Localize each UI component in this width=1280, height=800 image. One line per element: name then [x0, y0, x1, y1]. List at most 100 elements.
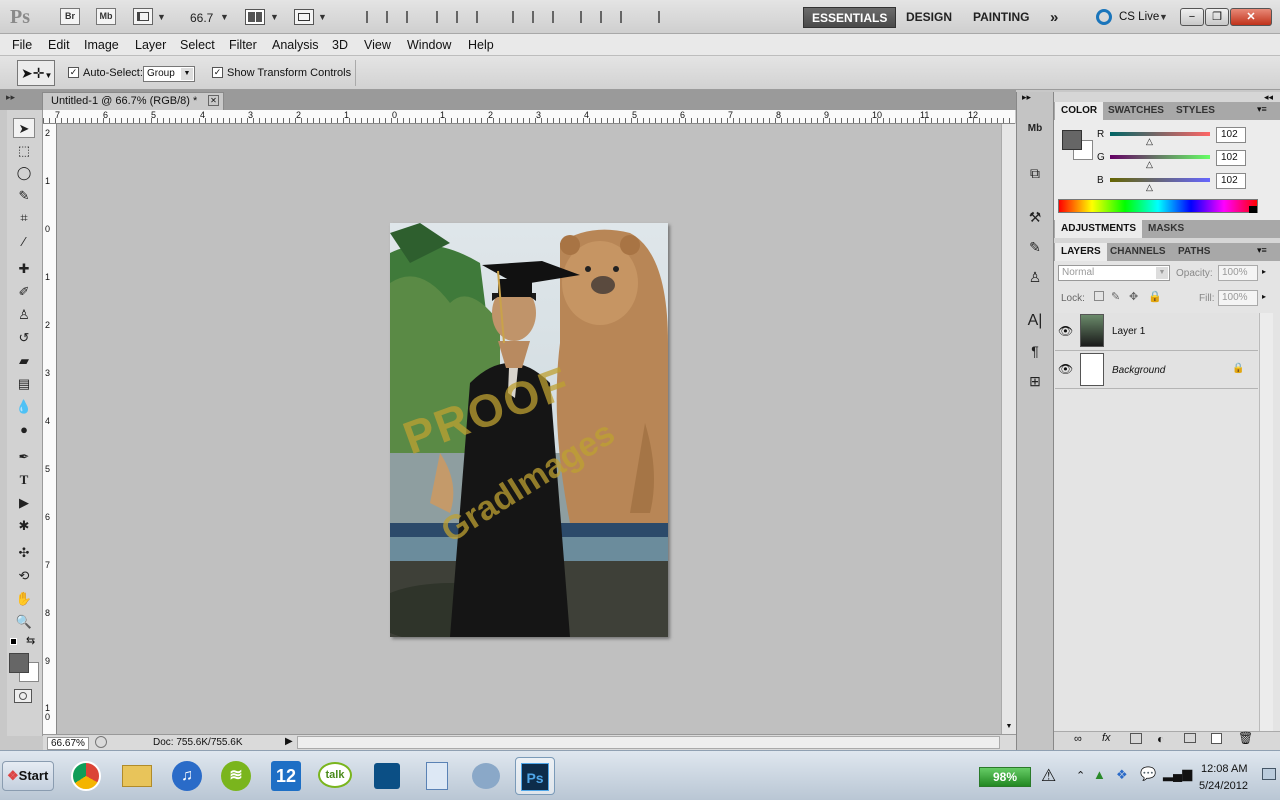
- distribute-bottom-icon[interactable]: [552, 11, 566, 23]
- chevron-down-icon[interactable]: ▼: [220, 12, 229, 22]
- menu-help[interactable]: Help: [468, 38, 494, 52]
- adjustment-layer-icon[interactable]: ◐: [1157, 732, 1164, 746]
- blue-value-field[interactable]: 102: [1216, 173, 1246, 189]
- dodge-tool-icon[interactable]: ●: [13, 420, 35, 440]
- menu-layer[interactable]: Layer: [135, 38, 166, 52]
- gradient-tool-icon[interactable]: ▤: [13, 374, 35, 394]
- opacity-field[interactable]: 100%: [1218, 265, 1258, 281]
- brush-tool-icon[interactable]: ✐: [13, 282, 35, 302]
- align-left-icon[interactable]: [436, 11, 450, 23]
- align-right-icon[interactable]: [476, 11, 490, 23]
- red-value-field[interactable]: 102: [1216, 127, 1246, 143]
- align-bottom-icon[interactable]: [406, 11, 420, 23]
- arrange-documents-button[interactable]: [245, 9, 265, 25]
- lasso-tool-icon[interactable]: ◯: [13, 163, 35, 183]
- menu-image[interactable]: Image: [84, 38, 119, 52]
- clock-time[interactable]: 12:08 AM: [1201, 763, 1247, 775]
- tab-styles[interactable]: STYLES: [1170, 102, 1221, 120]
- path-selection-tool-icon[interactable]: ▶: [13, 493, 35, 513]
- menu-edit[interactable]: Edit: [48, 38, 70, 52]
- quick-selection-tool-icon[interactable]: ✎: [13, 186, 35, 206]
- fill-field[interactable]: 100%: [1218, 290, 1258, 306]
- mini-bridge-button[interactable]: Mb: [96, 8, 116, 25]
- hand-tool-icon[interactable]: ✋: [13, 589, 35, 609]
- warning-icon[interactable]: ⚠: [1041, 766, 1056, 786]
- start-button[interactable]: ❖Start: [2, 761, 54, 791]
- menu-analysis[interactable]: Analysis: [272, 38, 319, 52]
- lock-position-icon[interactable]: ✥: [1129, 290, 1138, 303]
- lock-pixels-icon[interactable]: ✎: [1111, 290, 1120, 303]
- eye-icon[interactable]: 👁: [1058, 324, 1073, 338]
- layers-scrollbar[interactable]: [1259, 313, 1273, 731]
- eye-icon[interactable]: 👁: [1058, 362, 1073, 376]
- quick-mask-icon[interactable]: [14, 689, 32, 703]
- tab-adjustments[interactable]: ADJUSTMENTS: [1055, 220, 1143, 238]
- workspace-design-button[interactable]: DESIGN: [898, 7, 960, 28]
- chevron-down-icon[interactable]: ▼: [1159, 12, 1168, 22]
- align-vertical-center-icon[interactable]: [386, 11, 400, 23]
- chrome-icon[interactable]: [66, 757, 106, 795]
- chevron-down-icon[interactable]: ▼: [318, 12, 327, 22]
- tab-masks[interactable]: MASKS: [1142, 220, 1190, 238]
- link-layers-icon[interactable]: ∞: [1074, 733, 1082, 745]
- fill-slider-arrow-icon[interactable]: ▸: [1262, 292, 1266, 301]
- cs-live-icon[interactable]: [1096, 9, 1112, 25]
- menu-file[interactable]: File: [12, 38, 32, 52]
- zoom-level[interactable]: 66.7: [190, 11, 213, 25]
- minimize-button[interactable]: −: [1180, 8, 1204, 26]
- color-spectrum-ramp[interactable]: [1058, 199, 1258, 213]
- menu-select[interactable]: Select: [180, 38, 215, 52]
- auto-select-checkbox[interactable]: ✓: [68, 67, 79, 78]
- move-tool-preset-picker[interactable]: ➤✛▼: [17, 60, 55, 86]
- marquee-tool-icon[interactable]: ⬚: [13, 141, 35, 161]
- menu-filter[interactable]: Filter: [229, 38, 257, 52]
- cs-live-button[interactable]: CS Live: [1119, 11, 1159, 23]
- file-explorer-icon[interactable]: [117, 757, 157, 795]
- distribute-top-icon[interactable]: [512, 11, 526, 23]
- restore-button[interactable]: ❐: [1205, 8, 1229, 26]
- blue-slider-thumb[interactable]: △: [1146, 182, 1153, 193]
- layer1-name[interactable]: Layer 1: [1112, 326, 1145, 337]
- type-tool-icon[interactable]: T: [13, 470, 35, 490]
- 3d-rotate-tool-icon[interactable]: ✣: [13, 543, 35, 563]
- swap-colors-icon[interactable]: ⇆: [26, 634, 35, 647]
- auto-select-dropdown[interactable]: Group ▼: [143, 66, 195, 82]
- healing-brush-tool-icon[interactable]: ✚: [13, 259, 35, 279]
- horizontal-scrollbar[interactable]: [297, 736, 1000, 749]
- network-signal-icon[interactable]: ▂▄▆: [1163, 766, 1192, 782]
- workspace-painting-button[interactable]: PAINTING: [965, 7, 1037, 28]
- document-image[interactable]: PROOF GradImages: [390, 223, 668, 637]
- collapse-toolbar-icon[interactable]: ▸▸: [6, 92, 15, 103]
- distribute-left-icon[interactable]: [580, 11, 594, 23]
- layers-panel-menu-icon[interactable]: ▾≡: [1257, 245, 1267, 256]
- align-top-icon[interactable]: [366, 11, 380, 23]
- tab-color[interactable]: COLOR: [1055, 102, 1104, 120]
- crop-tool-icon[interactable]: ⌗: [13, 208, 35, 228]
- info-icon[interactable]: [95, 736, 107, 748]
- view-extras-button[interactable]: [133, 8, 153, 25]
- battery-indicator[interactable]: 98%: [979, 767, 1031, 787]
- opacity-slider-arrow-icon[interactable]: ▸: [1262, 267, 1266, 276]
- google-drive-icon[interactable]: ▲: [1093, 767, 1106, 782]
- new-layer-icon[interactable]: [1211, 733, 1222, 744]
- screen-mode-button[interactable]: [294, 9, 314, 25]
- paragraph-panel-icon[interactable]: ¶: [1023, 340, 1047, 362]
- red-slider-thumb[interactable]: △: [1146, 136, 1153, 147]
- dropbox-icon[interactable]: ❖: [1116, 767, 1128, 783]
- blend-mode-dropdown[interactable]: Normal ▼: [1058, 265, 1170, 281]
- chevron-down-icon[interactable]: ▼: [270, 12, 279, 22]
- mini-bridge-panel-icon[interactable]: Mb: [1023, 118, 1047, 140]
- trash-icon[interactable]: 🗑: [1238, 731, 1253, 745]
- show-hidden-icons[interactable]: ⌃: [1076, 769, 1085, 782]
- lock-transparent-icon[interactable]: [1094, 291, 1104, 301]
- tab-channels[interactable]: CHANNELS: [1104, 243, 1172, 261]
- itunes-icon[interactable]: ♫: [167, 757, 207, 795]
- default-colors-icon[interactable]: [10, 638, 17, 645]
- workspace-essentials-button[interactable]: ESSENTIALS: [803, 7, 897, 28]
- background-layer-name[interactable]: Background: [1112, 365, 1165, 376]
- google-talk-icon[interactable]: talk: [315, 757, 355, 795]
- document-tab[interactable]: Untitled-1 @ 66.7% (RGB/8) * ✕: [42, 92, 224, 110]
- clone-stamp-tool-icon[interactable]: ♙: [13, 305, 35, 325]
- navigator-panel-icon[interactable]: ⊞: [1023, 370, 1047, 392]
- menu-window[interactable]: Window: [407, 38, 451, 52]
